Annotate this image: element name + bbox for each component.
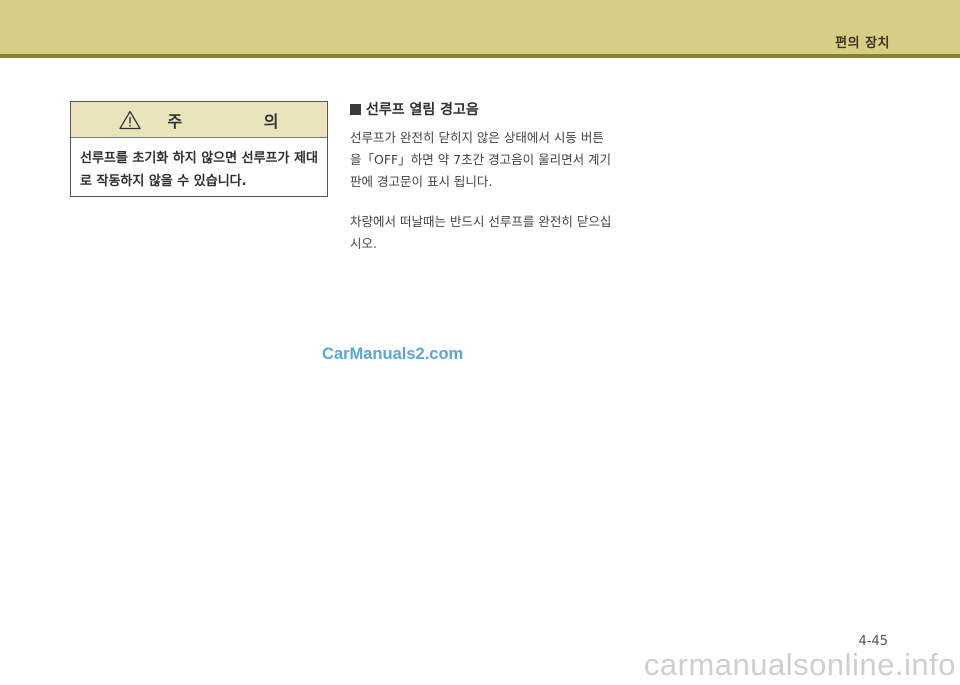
paragraph-warning-chime: 선루프가 완전히 닫히지 않은 상태에서 시동 버튼을「OFF」하면 약 7초간… [350,130,612,189]
caution-header: 주 의 [71,102,327,138]
caution-box: 주 의 선루프를 초기화 하지 않으면 선루프가 제대로 작동하지 않을 수 있… [70,101,328,197]
section-heading-text: 선루프 열림 경고음 [366,102,479,118]
header-rule [0,54,960,58]
paragraph-close-advice: 차량에서 떠날때는 반드시 선루프를 완전히 닫으십시오. [350,214,612,251]
header-band [0,0,960,54]
section-title: 편의 장치 [835,36,890,51]
warning-triangle-icon [119,110,142,129]
caution-title: 주 의 [167,111,317,131]
footer-watermark: carmanualsonline.info [643,647,956,682]
watermark-link[interactable]: CarManuals2.com [322,345,463,364]
caution-text: 선루프를 초기화 하지 않으면 선루프가 제대로 작동하지 않을 수 있습니다. [80,151,318,189]
square-bullet-icon [350,103,361,115]
section-heading: 선루프 열림 경고음 [350,99,615,119]
main-column: 선루프 열림 경고음 선루프가 완전히 닫히지 않은 상태에서 시동 버튼을「O… [350,99,615,255]
